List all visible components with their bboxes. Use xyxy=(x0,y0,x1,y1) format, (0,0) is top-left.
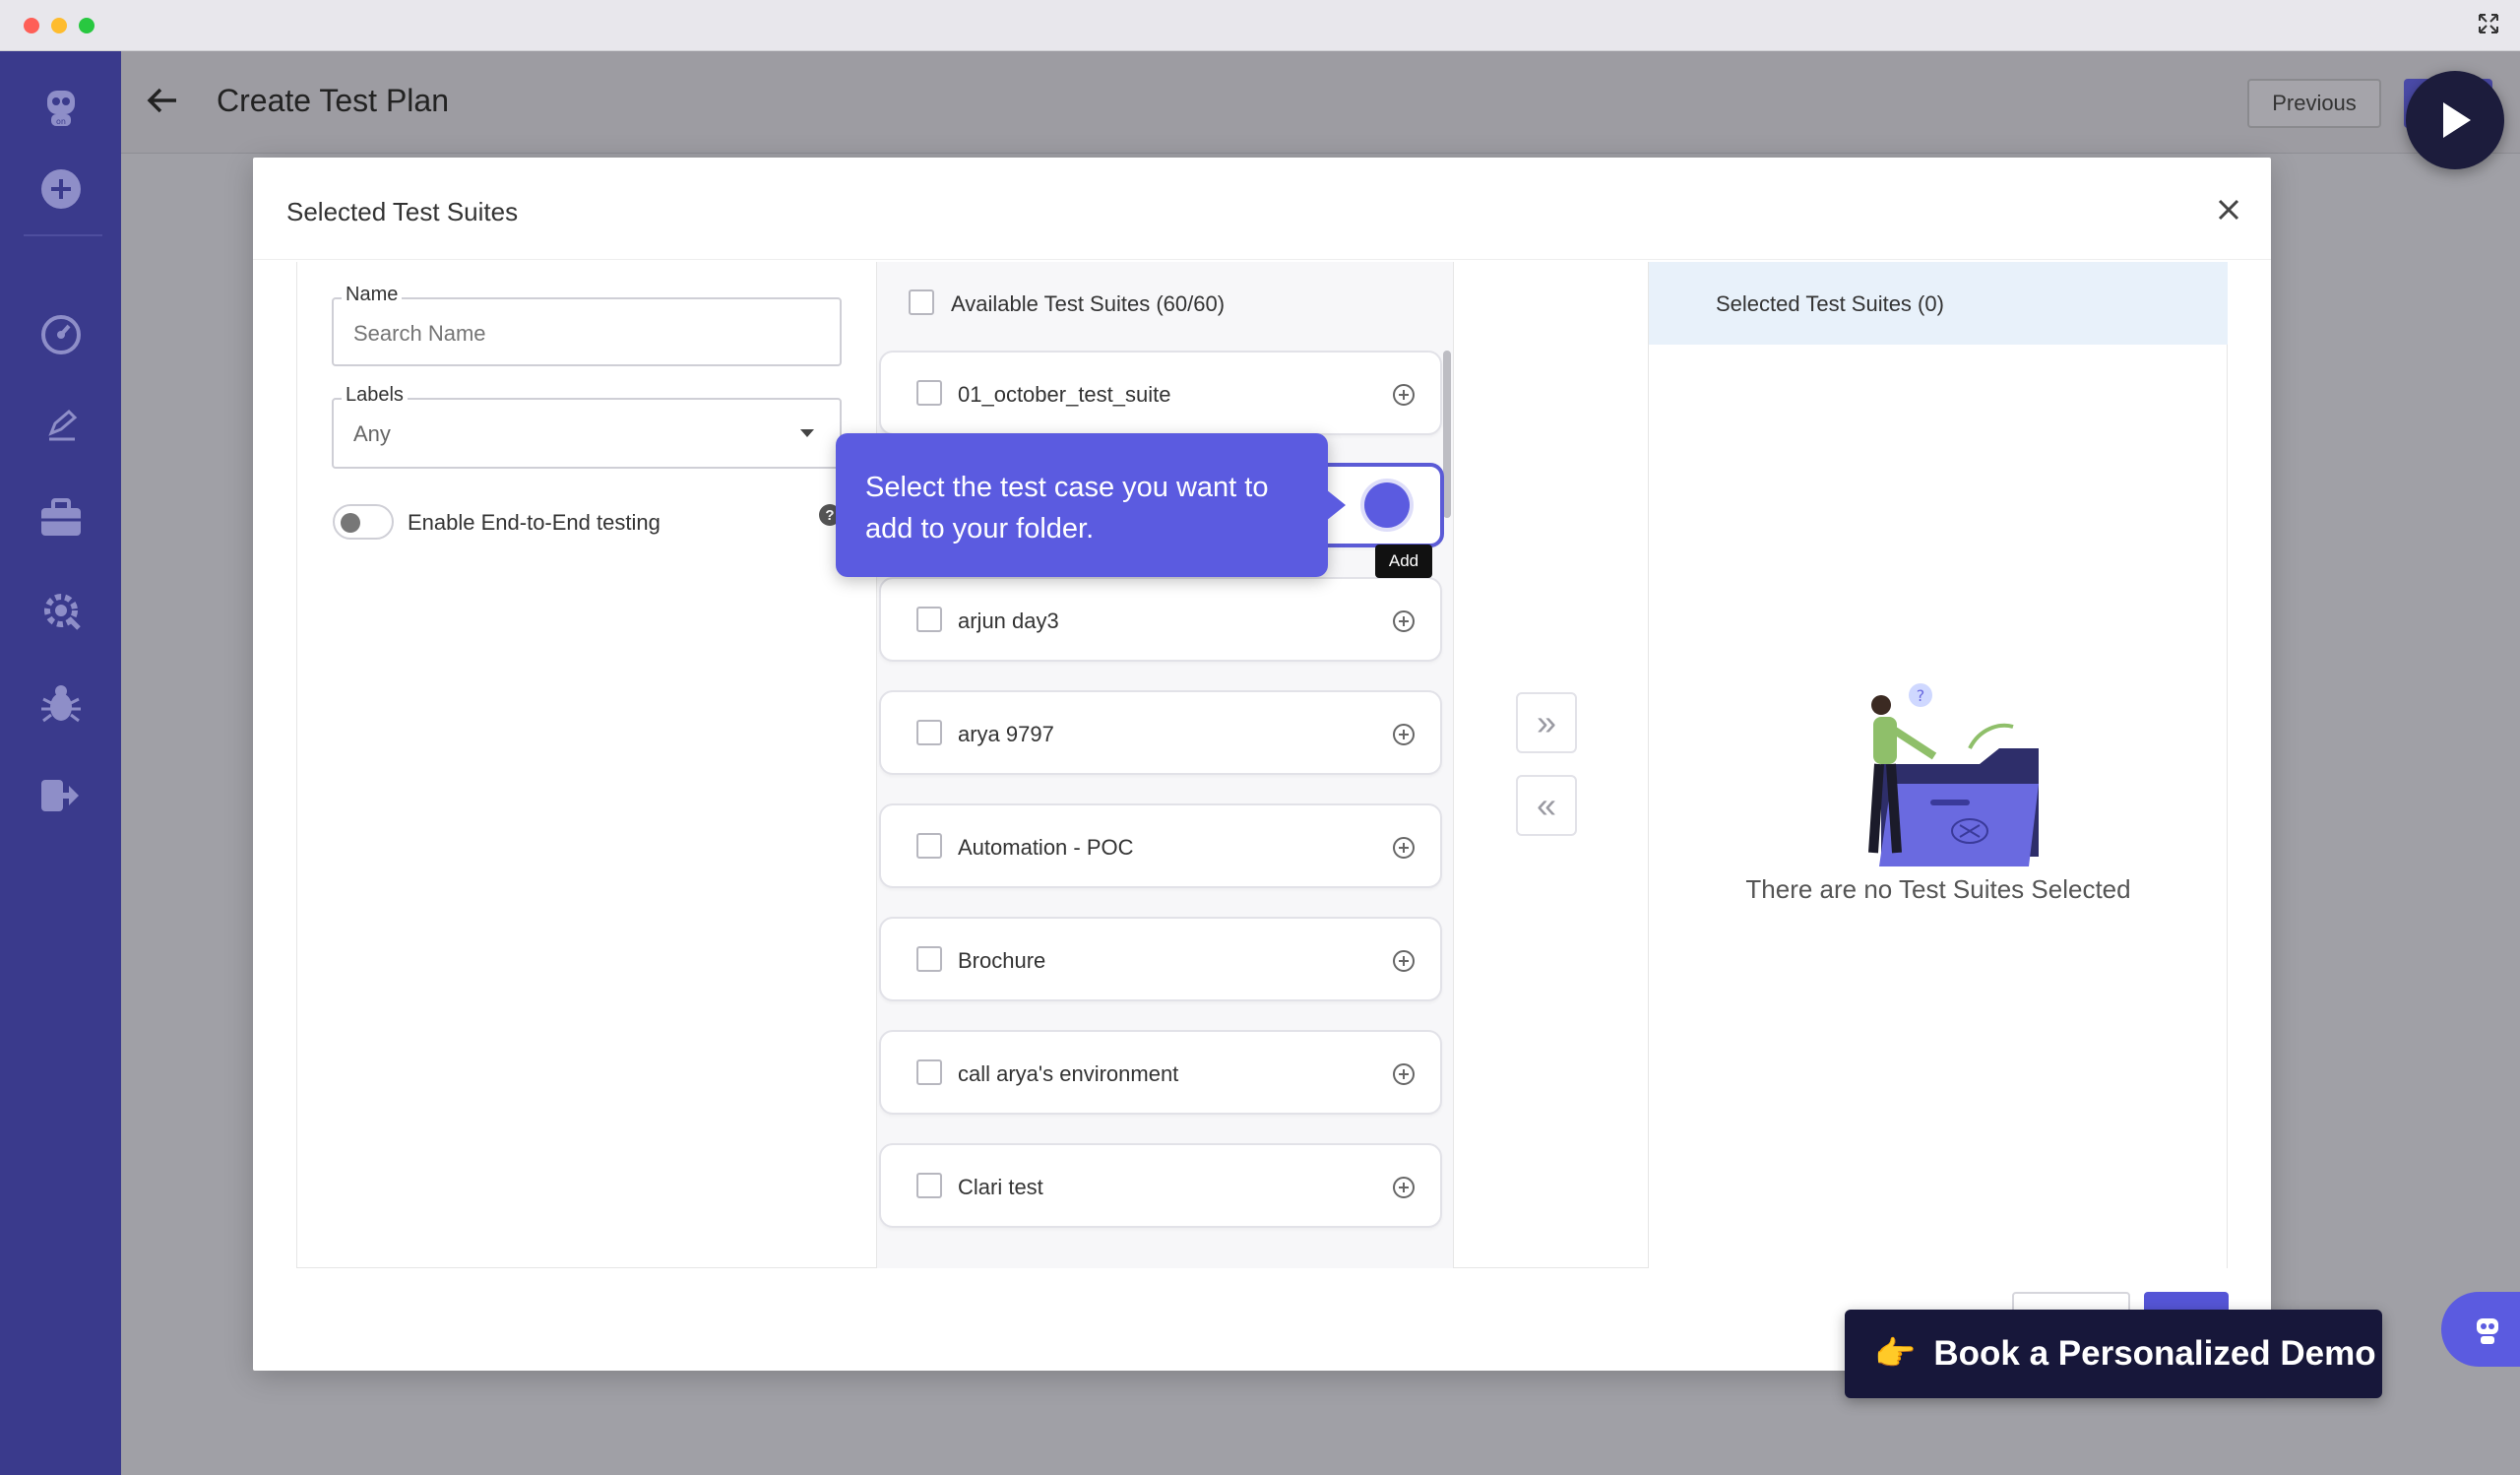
modal-header: Selected Test Suites xyxy=(253,158,2271,260)
add-circle-icon[interactable] xyxy=(1391,1061,1417,1087)
list-item-label: 01_october_test_suite xyxy=(958,382,1171,407)
available-title: Available Test Suites (60/60) xyxy=(951,291,1226,316)
row-checkbox[interactable] xyxy=(916,720,942,745)
book-demo-label: Book a Personalized Demo xyxy=(1933,1334,2376,1373)
row-checkbox[interactable] xyxy=(916,946,942,972)
svg-text:?: ? xyxy=(1917,686,1925,705)
chatbot-robot-icon xyxy=(2477,1318,2498,1344)
list-item[interactable]: Automation - POC xyxy=(879,803,1442,888)
row-checkbox[interactable] xyxy=(916,607,942,632)
pointing-hand-icon: 👉 xyxy=(1874,1335,1917,1373)
move-all-left-button[interactable]: « xyxy=(1516,775,1577,836)
empty-folder-illustration: ? xyxy=(1822,675,2058,872)
list-item[interactable]: arjun day3 xyxy=(879,577,1442,662)
app-header: Create Test Plan xyxy=(121,51,2520,154)
edit-pencil-icon[interactable] xyxy=(35,400,87,451)
list-item[interactable]: Brochure xyxy=(879,917,1442,1001)
row-checkbox[interactable] xyxy=(916,1059,942,1085)
svg-text:on: on xyxy=(56,117,66,126)
labels-selected-value: Any xyxy=(353,421,391,446)
chevron-down-icon xyxy=(800,429,814,437)
list-item-label: arjun day3 xyxy=(958,609,1059,633)
list-item[interactable]: arya 9797 xyxy=(879,690,1442,775)
add-circle-icon[interactable] xyxy=(1391,948,1417,974)
move-all-right-button[interactable]: » xyxy=(1516,692,1577,753)
list-item-label: call arya's environment xyxy=(958,1061,1179,1086)
list-item-label: Clari test xyxy=(958,1175,1043,1199)
close-window-button[interactable] xyxy=(24,18,39,33)
window-titlebar xyxy=(0,0,2520,51)
list-item[interactable]: call arya's environment xyxy=(879,1030,1442,1115)
add-circle-icon[interactable] xyxy=(1391,1175,1417,1200)
empty-state-text: There are no Test Suites Selected xyxy=(1745,874,2131,904)
row-checkbox[interactable] xyxy=(916,1173,942,1198)
available-header: Available Test Suites (60/60) xyxy=(877,262,1453,347)
briefcase-icon[interactable] xyxy=(35,492,87,544)
e2e-toggle-label: Enable End-to-End testing xyxy=(408,510,661,535)
previous-button[interactable]: Previous xyxy=(2247,79,2381,128)
add-circle-icon[interactable] xyxy=(1391,609,1417,634)
expand-icon[interactable] xyxy=(2475,12,2502,39)
name-search-input[interactable] xyxy=(353,321,787,347)
toggle-knob xyxy=(341,513,360,533)
robot-logo-icon[interactable]: on xyxy=(35,81,87,132)
page-title: Create Test Plan xyxy=(217,83,449,118)
back-arrow-icon[interactable] xyxy=(143,81,182,120)
selected-test-suites-panel: Selected Test Suites (0) ? There are no … xyxy=(1648,262,2228,1268)
list-scrollbar[interactable] xyxy=(1443,351,1451,518)
row-checkbox[interactable] xyxy=(916,833,942,859)
selected-title: Selected Test Suites (0) xyxy=(1716,291,1944,316)
sidebar-divider xyxy=(24,234,102,236)
book-demo-button[interactable]: 👉 Book a Personalized Demo xyxy=(1845,1310,2382,1398)
list-item[interactable]: Clari test xyxy=(879,1143,1442,1228)
modal-title: Selected Test Suites xyxy=(286,197,519,226)
add-circle-icon[interactable] xyxy=(1391,722,1417,747)
play-video-button[interactable] xyxy=(2406,71,2504,169)
add-circle-icon[interactable] xyxy=(1391,835,1417,861)
labels-select[interactable]: Labels Any xyxy=(332,384,842,469)
name-search-field[interactable]: Name xyxy=(332,284,842,366)
logout-icon[interactable] xyxy=(35,770,87,821)
minimize-window-button[interactable] xyxy=(51,18,67,33)
e2e-toggle[interactable] xyxy=(333,504,394,540)
dashboard-gauge-icon[interactable] xyxy=(35,309,87,360)
sidebar: on xyxy=(0,51,121,1475)
tour-arrow xyxy=(1326,489,1346,521)
list-item-label: arya 9797 xyxy=(958,722,1054,746)
bug-icon[interactable] xyxy=(35,677,87,729)
list-item[interactable]: 01_october_test_suite xyxy=(879,351,1442,435)
close-icon[interactable] xyxy=(2212,193,2245,226)
zoom-window-button[interactable] xyxy=(79,18,94,33)
select-all-checkbox[interactable] xyxy=(909,289,934,315)
row-checkbox[interactable] xyxy=(916,380,942,406)
selected-header: Selected Test Suites (0) xyxy=(1649,262,2228,345)
tour-tooltip: Select the test case you want to add to … xyxy=(836,433,1328,577)
list-item-label: Automation - POC xyxy=(958,835,1134,860)
name-field-label: Name xyxy=(342,284,403,306)
play-icon xyxy=(2443,102,2471,138)
add-tooltip: Add xyxy=(1375,545,1432,578)
settings-gear-icon[interactable] xyxy=(35,585,87,636)
add-circle-icon[interactable] xyxy=(1391,382,1417,408)
labels-field-label: Labels xyxy=(342,384,408,407)
list-item-label: Brochure xyxy=(958,948,1046,973)
tour-hotspot[interactable] xyxy=(1364,482,1410,528)
add-circle-icon[interactable] xyxy=(35,163,87,215)
chatbot-launcher[interactable] xyxy=(2441,1292,2520,1367)
